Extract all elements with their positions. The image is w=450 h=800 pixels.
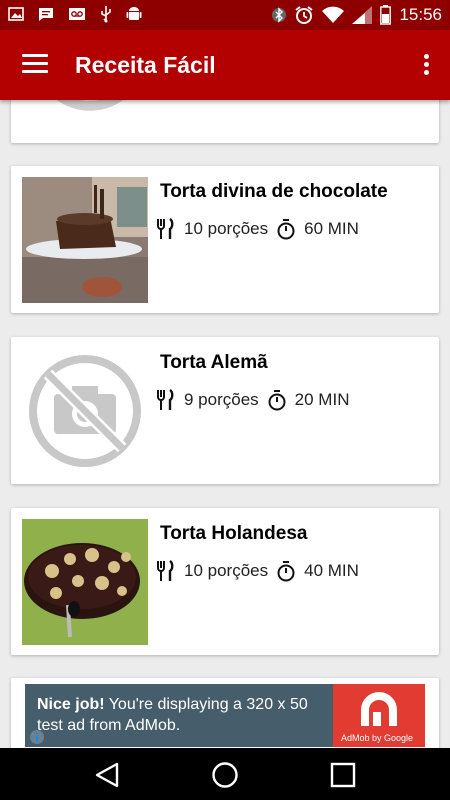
home-icon[interactable] [211, 761, 239, 789]
android-icon [126, 7, 142, 20]
usb-icon [101, 6, 111, 23]
notification-icons [8, 5, 142, 23]
recipe-meta: 9 porções 20 MIN [154, 389, 349, 411]
time-text: 60 MIN [304, 219, 359, 238]
recipe-meta: 10 porções 40 MIN [154, 560, 359, 582]
status-bar: 15:56 [0, 0, 450, 30]
ad-info-icon[interactable] [29, 729, 45, 745]
recipe-title: Torta divina de chocolate [160, 181, 388, 202]
recipe-card[interactable]: Torta Holandesa 10 porções 40 MIN [11, 508, 439, 655]
timer-icon [277, 219, 295, 240]
more-options-icon[interactable] [422, 54, 430, 76]
menu-icon[interactable] [22, 54, 48, 74]
signal-icon [352, 6, 373, 24]
fork-knife-icon [157, 218, 174, 239]
portions-text: 9 porções [184, 390, 259, 409]
bluetooth-icon [272, 7, 287, 23]
portions-text: 10 porções [184, 561, 269, 580]
recipe-card[interactable]: Torta Alemã 9 porções 20 MIN [11, 337, 439, 484]
clock: 15:56 [399, 5, 442, 24]
app-title: Receita Fácil [75, 52, 216, 78]
ad-text: Nice job! You're displaying a 320 x 50 t… [37, 694, 337, 736]
recipe-meta: 10 porções 60 MIN [154, 218, 359, 240]
system-icons: 15:56 [272, 4, 442, 26]
admob-icon [361, 692, 397, 726]
time-text: 20 MIN [294, 390, 350, 409]
voicemail-icon [69, 8, 85, 20]
app-bar: Receita Fácil [0, 30, 450, 100]
alarm-icon [295, 6, 314, 24]
fork-knife-icon [157, 560, 174, 581]
recipe-photo [22, 177, 148, 303]
timer-icon [277, 561, 295, 582]
message-icon [39, 8, 53, 21]
admob-logo: AdMob by Google [333, 684, 425, 747]
back-icon[interactable] [93, 761, 121, 789]
portions-text: 10 porções [184, 219, 269, 238]
wifi-icon [322, 6, 345, 23]
recipe-photo [22, 519, 148, 645]
ad-banner[interactable]: Nice job! You're displaying a 320 x 50 t… [25, 684, 425, 747]
recents-icon[interactable] [330, 762, 356, 788]
no-photo-placeholder-icon [28, 354, 142, 468]
recipe-title: Torta Holandesa [160, 523, 308, 544]
fork-knife-icon [157, 389, 174, 410]
admob-label: AdMob by Google [341, 733, 414, 743]
ad-headline: Nice job! [37, 696, 105, 713]
battery-icon [380, 5, 392, 25]
recipe-title: Torta Alemã [160, 352, 268, 373]
navigation-bar [0, 748, 450, 800]
recipe-card[interactable]: Torta divina de chocolate 10 porções 60 … [11, 166, 439, 313]
time-text: 40 MIN [304, 561, 359, 580]
image-icon [8, 7, 24, 21]
timer-icon [268, 390, 286, 411]
